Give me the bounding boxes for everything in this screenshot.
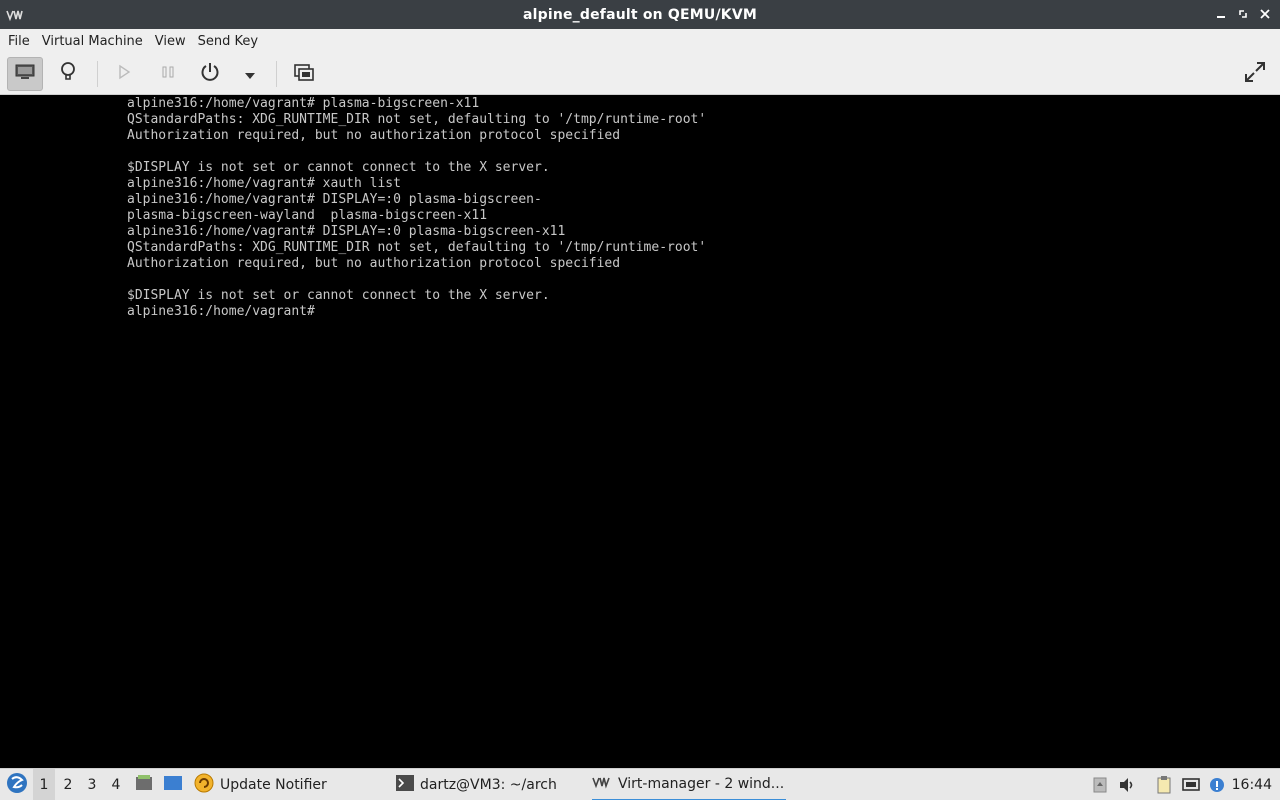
virt-manager-icon — [592, 775, 612, 793]
task-label: dartz@VM3: ~/arch — [420, 777, 557, 793]
lightbulb-icon — [58, 61, 78, 87]
update-notifier-icon — [194, 773, 214, 797]
task-virt-manager[interactable]: Virt-manager - 2 wind... — [592, 769, 786, 800]
workspace-1[interactable]: 1 — [33, 769, 55, 800]
toolbar-separator — [276, 61, 277, 87]
task-label: Virt-manager - 2 wind... — [618, 776, 785, 792]
clipboard-icon[interactable] — [1155, 776, 1173, 794]
snapshots-button[interactable] — [286, 57, 322, 91]
workspace-3[interactable]: 3 — [81, 769, 103, 800]
console-line: $DISPLAY is not set or cannot connect to… — [127, 160, 550, 175]
task-update-notifier[interactable]: Update Notifier — [194, 769, 327, 800]
taskbar: 1 2 3 4 Update Notifier dartz@VM3: ~/arc… — [0, 768, 1280, 800]
console-line: QStandardPaths: XDG_RUNTIME_DIR not set,… — [127, 240, 707, 255]
console-line: QStandardPaths: XDG_RUNTIME_DIR not set,… — [127, 112, 707, 127]
snapshots-icon — [293, 62, 315, 86]
menu-file[interactable]: File — [2, 34, 36, 49]
restore-icon[interactable] — [1234, 5, 1252, 23]
console-line: alpine316:/home/vagrant# DISPLAY=:0 plas… — [127, 224, 566, 239]
console-line: alpine316:/home/vagrant# plasma-bigscree… — [127, 96, 480, 111]
tray-menu-icon[interactable] — [1091, 776, 1109, 794]
window-titlebar: alpine_default on QEMU/KVM — [0, 0, 1280, 29]
chevron-down-icon — [244, 65, 256, 84]
task-label: Update Notifier — [220, 777, 327, 793]
pause-icon — [160, 64, 176, 84]
console-line: plasma-bigscreen-wayland plasma-bigscree… — [127, 208, 488, 223]
network-icon[interactable] — [1182, 776, 1200, 794]
minimize-icon[interactable] — [1212, 5, 1230, 23]
console-view-button[interactable] — [7, 57, 43, 91]
vm-console-display[interactable]: alpine316:/home/vagrant# plasma-bigscree… — [0, 96, 1280, 768]
console-prompt: alpine316:/home/vagrant# — [127, 304, 315, 319]
desktop-icon — [163, 775, 183, 795]
toolbar-separator — [97, 61, 98, 87]
pause-button[interactable] — [150, 57, 186, 91]
console-output: alpine316:/home/vagrant# plasma-bigscree… — [127, 96, 706, 320]
notification-icon[interactable] — [1208, 776, 1226, 794]
task-terminal[interactable]: dartz@VM3: ~/arch — [396, 769, 557, 800]
menu-virtual-machine[interactable]: Virtual Machine — [36, 34, 149, 49]
menu-bar: File Virtual Machine View Send Key — [0, 29, 1280, 53]
fullscreen-icon — [1243, 60, 1267, 88]
run-button[interactable] — [106, 57, 142, 91]
power-icon — [199, 61, 221, 87]
start-menu-icon — [6, 772, 28, 798]
shutdown-button[interactable] — [192, 57, 228, 91]
file-manager-launcher[interactable] — [134, 769, 154, 800]
console-icon — [14, 63, 36, 85]
menu-send-key[interactable]: Send Key — [192, 34, 264, 49]
shutdown-options-button[interactable] — [232, 57, 268, 91]
play-icon — [116, 64, 132, 84]
terminal-icon — [396, 775, 414, 795]
console-line: $DISPLAY is not set or cannot connect to… — [127, 288, 550, 303]
workspace-4[interactable]: 4 — [105, 769, 127, 800]
fullscreen-button[interactable] — [1237, 57, 1273, 91]
close-icon[interactable] — [1256, 5, 1274, 23]
show-desktop-button[interactable] — [162, 769, 184, 800]
window-title: alpine_default on QEMU/KVM — [522, 6, 758, 23]
clock[interactable]: 16:44 — [1232, 769, 1272, 800]
console-line: Authorization required, but no authoriza… — [127, 128, 621, 143]
volume-icon[interactable] — [1118, 776, 1136, 794]
details-view-button[interactable] — [50, 57, 86, 91]
console-line: alpine316:/home/vagrant# DISPLAY=:0 plas… — [127, 192, 542, 207]
console-line: alpine316:/home/vagrant# xauth list — [127, 176, 401, 191]
workspace-2[interactable]: 2 — [57, 769, 79, 800]
menu-view[interactable]: View — [149, 34, 192, 49]
toolbar — [0, 53, 1280, 95]
start-menu-button[interactable] — [4, 769, 30, 800]
file-manager-icon — [135, 775, 153, 795]
console-line: Authorization required, but no authoriza… — [127, 256, 621, 271]
